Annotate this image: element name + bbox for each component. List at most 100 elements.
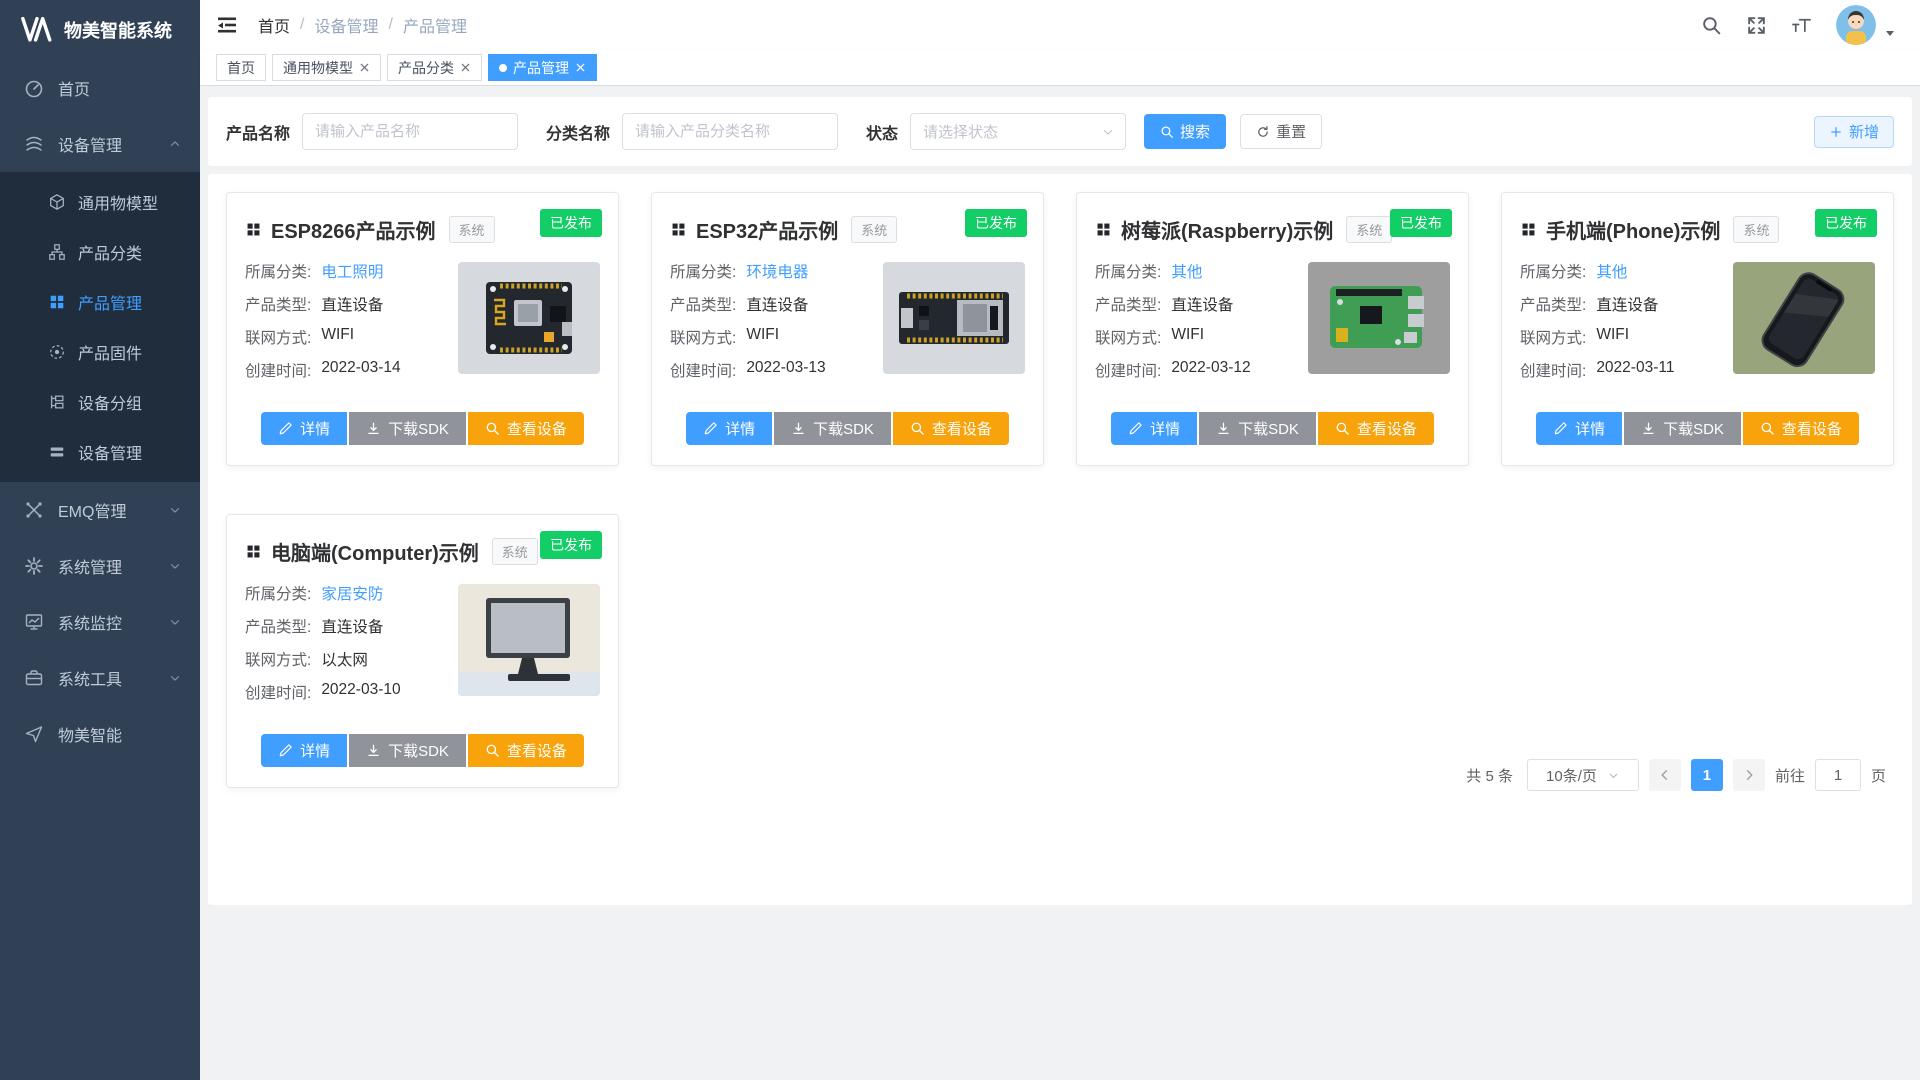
chevron-down-icon	[168, 671, 182, 685]
network-label: 联网方式:	[245, 326, 311, 348]
detail-button[interactable]: 详情	[1536, 412, 1622, 445]
sidebar-item-system-tools[interactable]: 系统工具	[0, 650, 200, 706]
add-button[interactable]: 新增	[1814, 116, 1894, 148]
view-devices-button[interactable]: 查看设备	[893, 412, 1009, 445]
sidebar-item-product-firmware[interactable]: 产品固件	[0, 327, 200, 377]
sidebar: 物美智能系统 首页 设备管理 通用物模型	[0, 0, 200, 1080]
goto-label: 前往	[1775, 765, 1805, 786]
breadcrumb-home[interactable]: 首页	[258, 13, 290, 37]
type-value: 直连设备	[321, 615, 383, 637]
firmware-icon	[48, 343, 66, 361]
product-card: ESP32产品示例 系统 已发布 所属分类:环境电器 产品类型:直连设备 联网方…	[651, 192, 1044, 466]
view-devices-button[interactable]: 查看设备	[468, 734, 584, 767]
sidebar-item-system-mgmt[interactable]: 系统管理	[0, 538, 200, 594]
fullscreen-icon[interactable]	[1746, 15, 1767, 36]
sidebar-item-label: 设备管理	[58, 132, 122, 156]
logo[interactable]: 物美智能系统	[0, 0, 200, 60]
main-area: 首页 / 设备管理 / 产品管理	[200, 0, 1920, 1080]
detail-button[interactable]: 详情	[261, 412, 347, 445]
card-actions: 详情 下载SDK 查看设备	[245, 734, 600, 767]
view-devices-button[interactable]: 查看设备	[1743, 412, 1859, 445]
page-size-select[interactable]: 10条/页	[1527, 759, 1639, 791]
close-icon[interactable]	[460, 62, 471, 73]
detail-button[interactable]: 详情	[686, 412, 772, 445]
product-card: 手机端(Phone)示例 系统 已发布 所属分类:其他 产品类型:直连设备 联网…	[1501, 192, 1894, 466]
category-link[interactable]: 电工照明	[321, 260, 383, 282]
status-select[interactable]: 请选择状态	[910, 113, 1126, 150]
breadcrumb-device-mgmt[interactable]: 设备管理	[314, 13, 378, 37]
detail-button[interactable]: 详情	[261, 734, 347, 767]
sidebar-item-device-list[interactable]: 设备管理	[0, 427, 200, 477]
sidebar-item-home[interactable]: 首页	[0, 60, 200, 116]
network-value: WIFI	[1171, 326, 1204, 348]
category-name-input[interactable]	[622, 113, 838, 150]
product-list-panel: ESP8266产品示例 系统 已发布 所属分类:电工照明 产品类型:直连设备 联…	[208, 174, 1912, 905]
tab-label: 首页	[227, 58, 255, 78]
filter-panel: 产品名称 分类名称 状态 请选择状态 搜索 重置	[208, 97, 1912, 166]
detail-button[interactable]: 详情	[1111, 412, 1197, 445]
category-link[interactable]: 家居安防	[321, 582, 383, 604]
download-sdk-button[interactable]: 下载SDK	[1624, 412, 1741, 445]
tab-thing-model[interactable]: 通用物模型	[272, 54, 381, 81]
reset-button[interactable]: 重置	[1240, 114, 1322, 149]
sidebar-item-device-group[interactable]: 设备分组	[0, 377, 200, 427]
system-tag: 系统	[492, 538, 538, 565]
sidebar-item-emq[interactable]: EMQ管理	[0, 482, 200, 538]
card-actions: 详情 下载SDK 查看设备	[1520, 412, 1875, 445]
type-value: 直连设备	[321, 293, 383, 315]
user-menu[interactable]	[1836, 5, 1896, 45]
grid-icon	[245, 221, 262, 238]
raspberrypi-product-image	[1308, 262, 1450, 374]
sidebar-item-product-mgmt[interactable]: 产品管理	[0, 277, 200, 327]
close-icon[interactable]	[575, 62, 586, 73]
download-sdk-button[interactable]: 下载SDK	[349, 734, 466, 767]
grid-icon	[1095, 221, 1112, 238]
tab-label: 通用物模型	[283, 58, 353, 78]
tab-product-mgmt[interactable]: 产品管理	[488, 54, 597, 81]
category-link[interactable]: 其他	[1596, 260, 1627, 282]
view-devices-button[interactable]: 查看设备	[1318, 412, 1434, 445]
type-label: 产品类型:	[245, 293, 311, 315]
tab-product-category[interactable]: 产品分类	[387, 54, 482, 81]
category-link[interactable]: 环境电器	[746, 260, 808, 282]
network-label: 联网方式:	[670, 326, 736, 348]
product-name-input[interactable]	[302, 113, 518, 150]
monitor-chart-icon	[24, 612, 44, 632]
sidebar-item-product-category[interactable]: 产品分类	[0, 227, 200, 277]
font-size-icon[interactable]	[1791, 15, 1812, 36]
product-title: ESP32产品示例	[696, 215, 838, 244]
tab-home[interactable]: 首页	[216, 54, 266, 81]
phone-product-image	[1733, 262, 1875, 374]
sidebar-item-wumei[interactable]: 物美智能	[0, 706, 200, 762]
sidebar-item-label: 设备分组	[78, 390, 142, 414]
prev-page-button[interactable]	[1649, 759, 1681, 791]
sidebar-item-thing-model[interactable]: 通用物模型	[0, 177, 200, 227]
search-icon[interactable]	[1701, 15, 1722, 36]
system-tag: 系统	[851, 216, 897, 243]
category-link[interactable]: 其他	[1171, 260, 1202, 282]
sidebar-fold-icon[interactable]	[216, 14, 238, 36]
search-button-label: 搜索	[1180, 121, 1210, 142]
avatar[interactable]	[1836, 5, 1876, 45]
type-value: 直连设备	[1596, 293, 1658, 315]
category-name-label: 分类名称	[546, 120, 610, 144]
card-body: 所属分类:电工照明 产品类型:直连设备 联网方式:WIFI 创建时间:2022-…	[245, 260, 600, 392]
goto-page-input[interactable]	[1815, 759, 1861, 791]
sidebar-item-device-mgmt[interactable]: 设备管理	[0, 116, 200, 172]
download-sdk-button[interactable]: 下载SDK	[1199, 412, 1316, 445]
search-icon	[485, 743, 500, 758]
detail-button-label: 详情	[1575, 418, 1605, 439]
search-button[interactable]: 搜索	[1144, 114, 1226, 149]
next-page-button[interactable]	[1733, 759, 1765, 791]
sidebar-item-system-monitor[interactable]: 系统监控	[0, 594, 200, 650]
system-tag: 系统	[1346, 216, 1392, 243]
type-label: 产品类型:	[1520, 293, 1586, 315]
view-devices-button[interactable]: 查看设备	[468, 412, 584, 445]
download-sdk-button[interactable]: 下载SDK	[774, 412, 891, 445]
type-label: 产品类型:	[245, 615, 311, 637]
chevron-right-icon	[1742, 768, 1756, 782]
view-devices-button-label: 查看设备	[1782, 418, 1842, 439]
current-page[interactable]: 1	[1691, 759, 1723, 791]
close-icon[interactable]	[359, 62, 370, 73]
download-sdk-button[interactable]: 下载SDK	[349, 412, 466, 445]
